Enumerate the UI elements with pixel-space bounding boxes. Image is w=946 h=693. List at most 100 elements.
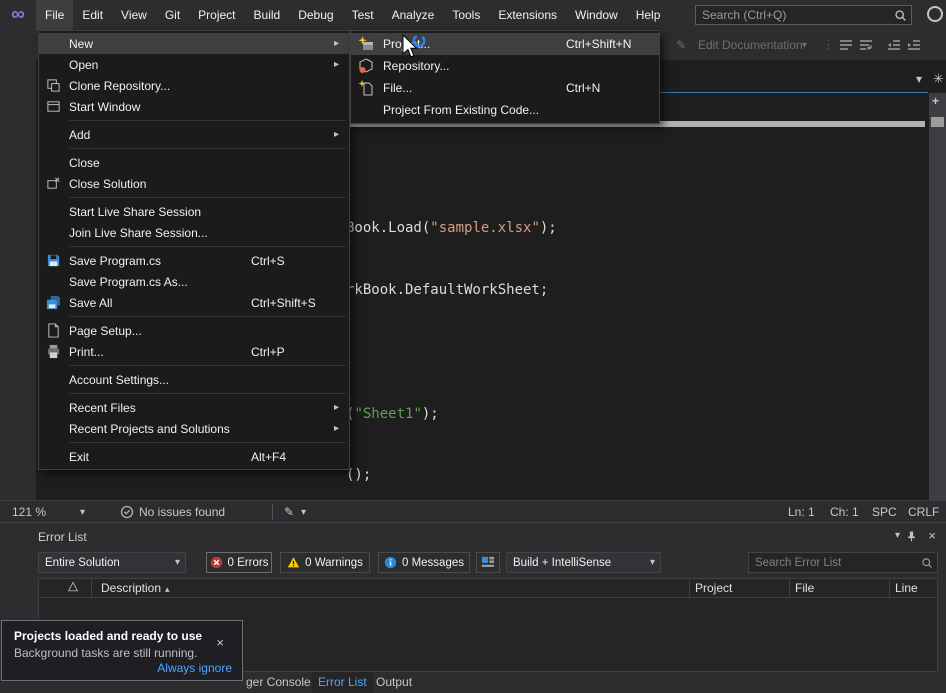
scope-filter-dropdown[interactable]: Entire Solution ▾	[38, 552, 186, 573]
scrollbar-thumb[interactable]	[931, 117, 944, 127]
menu-separator	[69, 197, 346, 198]
panel-menu-caret-icon[interactable]: ▾	[895, 530, 900, 541]
menuitem-label: Add	[69, 128, 90, 142]
menuitem-exit[interactable]: Exit Alt+F4	[39, 446, 349, 467]
line-indicator[interactable]: Ln: 1	[788, 501, 815, 523]
column-header-project[interactable]: Project	[695, 581, 732, 595]
column-divider[interactable]	[789, 579, 790, 598]
submenu-arrow-icon: ▸	[334, 38, 339, 49]
menuitem-close[interactable]: Close	[39, 152, 349, 173]
menuitem-save-program-as[interactable]: Save Program.cs As...	[39, 271, 349, 292]
menuitem-new[interactable]: New ▸	[39, 33, 349, 54]
menu-tools[interactable]: Tools	[443, 0, 489, 30]
menuitem-clone-repository[interactable]: Clone Repository...	[39, 75, 349, 96]
menu-test[interactable]: Test	[343, 0, 383, 30]
word-wrap-icon[interactable]	[858, 30, 874, 60]
track-changes-icon[interactable]: ✎	[284, 501, 294, 523]
menuitem-recent-files[interactable]: Recent Files ▸	[39, 397, 349, 418]
split-editor-icon[interactable]: +	[932, 94, 939, 108]
zoom-level[interactable]: 121 %	[12, 501, 46, 523]
errors-toggle[interactable]: 0 Errors	[206, 552, 272, 573]
document-dropdown-icon[interactable]: ▾	[916, 72, 922, 86]
toast-always-ignore-link[interactable]: Always ignore	[157, 661, 232, 675]
issues-status-label[interactable]: No issues found	[139, 501, 225, 523]
editor-scrollbar[interactable]	[929, 93, 946, 500]
show-whitespace-icon[interactable]	[838, 30, 854, 60]
spaces-indicator[interactable]: SPC	[872, 501, 897, 523]
track-changes-caret-icon[interactable]: ▾	[301, 501, 306, 523]
menuitem-print[interactable]: Print... Ctrl+P	[39, 341, 349, 362]
tab-package-manager-console[interactable]: ger Console	[240, 672, 317, 693]
menu-build[interactable]: Build	[245, 0, 290, 30]
menu-project[interactable]: Project	[189, 0, 244, 30]
filter-columns-button[interactable]	[476, 552, 500, 573]
menu-view[interactable]: View	[112, 0, 156, 30]
menuitem-recent-projects[interactable]: Recent Projects and Solutions ▸	[39, 418, 349, 439]
tab-error-list[interactable]: Error List	[312, 672, 373, 693]
column-divider[interactable]	[689, 579, 690, 598]
dropdown-caret-icon: ▾	[170, 557, 185, 568]
tab-output[interactable]: Output	[370, 672, 418, 693]
error-list-search-input[interactable]	[749, 557, 921, 569]
menuitem-save-all[interactable]: Save All Ctrl+Shift+S	[39, 292, 349, 313]
pin-icon[interactable]	[905, 530, 918, 543]
menuitem-open[interactable]: Open ▸	[39, 54, 349, 75]
search-icon[interactable]	[894, 9, 907, 22]
build-filter-dropdown[interactable]: Build + IntelliSense ▾	[506, 552, 661, 573]
decrease-indent-icon[interactable]	[886, 30, 902, 60]
column-divider[interactable]	[889, 579, 890, 598]
menuitem-label: Start Window	[69, 100, 140, 114]
menuitem-project-from-existing-code[interactable]: Project From Existing Code...	[351, 99, 659, 121]
menuitem-new-file[interactable]: File... Ctrl+N	[351, 77, 659, 99]
scope-filter-value: Entire Solution	[39, 557, 170, 569]
menuitem-label: Save All	[69, 296, 112, 310]
menuitem-label: Project From Existing Code...	[383, 103, 539, 117]
column-divider[interactable]	[91, 579, 92, 598]
quick-search-input[interactable]	[696, 8, 894, 22]
menu-edit[interactable]: Edit	[73, 0, 112, 30]
column-header-file[interactable]: File	[795, 581, 814, 595]
menuitem-close-solution[interactable]: Close Solution	[39, 173, 349, 194]
line-ending-indicator[interactable]: CRLF	[908, 501, 939, 523]
error-list-search-box[interactable]	[748, 552, 938, 573]
menuitem-new-repository[interactable]: Repository...	[351, 55, 659, 77]
account-icon[interactable]	[927, 6, 943, 22]
code-token: Book.Load(	[346, 220, 430, 236]
warnings-count-label: 0 Warnings	[305, 557, 363, 569]
column-header-line[interactable]: Line	[895, 581, 918, 595]
column-indicator[interactable]: Ch: 1	[830, 501, 859, 523]
menuitem-label: Print...	[69, 345, 104, 359]
menuitem-save-program[interactable]: Save Program.cs Ctrl+S	[39, 250, 349, 271]
increase-indent-icon[interactable]	[906, 30, 922, 60]
close-panel-icon[interactable]: ×	[928, 528, 936, 543]
edit-documentation-caret-icon[interactable]: ▾	[802, 30, 807, 60]
menuitem-add[interactable]: Add ▸	[39, 124, 349, 145]
menu-git[interactable]: Git	[156, 0, 189, 30]
health-check-icon[interactable]	[120, 501, 134, 523]
menu-file[interactable]: File	[36, 0, 73, 30]
menu-analyze[interactable]: Analyze	[383, 0, 444, 30]
menuitem-start-window[interactable]: Start Window	[39, 96, 349, 117]
menuitem-join-live-share[interactable]: Join Live Share Session...	[39, 222, 349, 243]
filter-columns-icon	[481, 556, 495, 570]
string-literal: "Sheet1"	[354, 406, 421, 422]
search-icon[interactable]	[921, 557, 933, 569]
zoom-caret-icon[interactable]: ▾	[80, 501, 85, 523]
menuitem-page-setup[interactable]: Page Setup...	[39, 320, 349, 341]
menuitem-account-settings[interactable]: Account Settings...	[39, 369, 349, 390]
menu-window[interactable]: Window	[566, 0, 627, 30]
warnings-toggle[interactable]: 0 Warnings	[280, 552, 370, 573]
editor-settings-icon[interactable]: ✳	[933, 71, 944, 87]
severity-column-icon[interactable]	[67, 581, 79, 593]
menuitem-start-live-share[interactable]: Start Live Share Session	[39, 201, 349, 222]
menu-extensions[interactable]: Extensions	[489, 0, 566, 30]
quick-search-box[interactable]	[695, 5, 912, 25]
menuitem-new-project[interactable]: Project... Ctrl+Shift+N	[351, 33, 659, 55]
column-header-description[interactable]: Description▴	[101, 581, 170, 595]
edit-documentation-label[interactable]: Edit Documentation	[698, 30, 803, 60]
notification-toast[interactable]: Projects loaded and ready to use Backgro…	[1, 620, 243, 681]
messages-toggle[interactable]: 0 Messages	[378, 552, 470, 573]
menu-help[interactable]: Help	[627, 0, 670, 30]
toast-close-icon[interactable]: ×	[216, 635, 224, 650]
menu-debug[interactable]: Debug	[289, 0, 342, 30]
